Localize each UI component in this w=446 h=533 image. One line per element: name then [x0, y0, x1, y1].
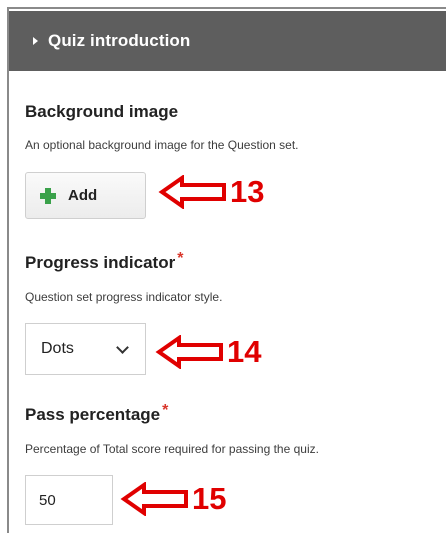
annotation-15: 15 — [120, 481, 226, 517]
required-asterisk: * — [177, 250, 184, 267]
background-image-label: Background image — [25, 102, 179, 121]
caret-right-icon — [33, 37, 38, 45]
background-image-description: An optional background image for the Que… — [25, 138, 299, 152]
annotation-number: 14 — [227, 334, 262, 369]
pass-percentage-description: Percentage of Total score required for p… — [25, 442, 319, 456]
pass-percentage-value: 50 — [39, 491, 56, 509]
progress-indicator-label: Progress indicator * — [25, 250, 184, 272]
left-arrow-icon — [158, 175, 226, 209]
plus-icon — [40, 187, 56, 204]
annotation-number: 15 — [192, 481, 227, 516]
progress-indicator-value: Dots — [41, 340, 74, 357]
left-arrow-icon — [155, 335, 223, 369]
add-image-button[interactable]: Add — [25, 172, 146, 219]
chevron-down-icon — [116, 341, 129, 354]
section-header-quiz-introduction[interactable]: Quiz introduction — [9, 11, 446, 71]
section-title: Quiz introduction — [48, 31, 191, 50]
left-arrow-icon — [120, 482, 188, 516]
progress-indicator-description: Question set progress indicator style. — [25, 290, 223, 304]
pass-percentage-input[interactable]: 50 — [25, 475, 113, 525]
required-asterisk: * — [162, 402, 169, 419]
add-button-label: Add — [68, 187, 98, 204]
annotation-14: 14 — [155, 334, 261, 370]
progress-indicator-select[interactable]: Dots — [25, 323, 146, 375]
annotation-13: 13 — [158, 174, 264, 210]
pass-percentage-label: Pass percentage * — [25, 402, 169, 424]
annotation-number: 13 — [230, 174, 265, 209]
